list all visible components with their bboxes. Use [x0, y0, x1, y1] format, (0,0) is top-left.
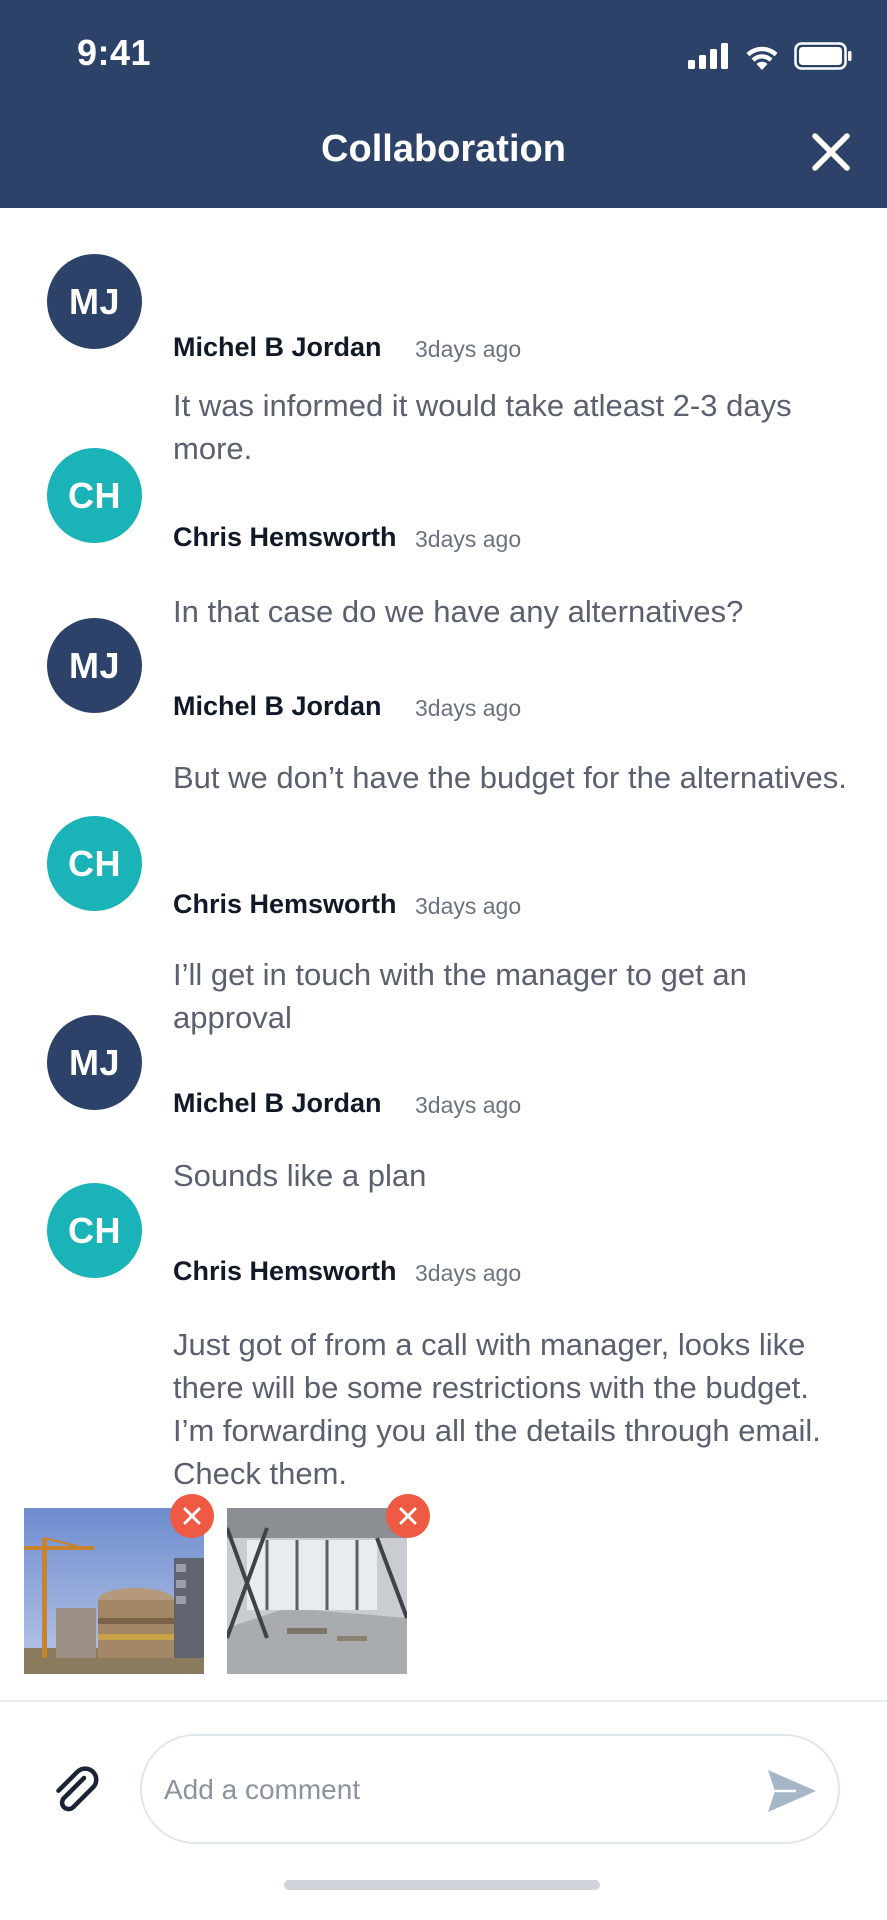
message-text: Just got of from a call with manager, lo… [173, 1327, 821, 1491]
close-icon [183, 1507, 201, 1525]
page-title: Collaboration [321, 128, 566, 170]
message-text: It was informed it would take atleast 2-… [173, 388, 792, 466]
comment-box [140, 1734, 840, 1844]
author-name: Chris Hemsworth [173, 522, 397, 552]
message-text: I’ll get in touch with the manager to ge… [173, 957, 747, 1035]
avatar: CH [47, 1183, 142, 1278]
app-header: 9:41 Collaboration [0, 0, 887, 208]
status-time: 9:41 [77, 32, 152, 73]
attachment-previews [0, 1494, 887, 1704]
home-indicator [284, 1880, 600, 1890]
author-name: Michel B Jordan [173, 332, 382, 362]
comment-input[interactable] [164, 1760, 724, 1820]
author-name: Michel B Jordan [173, 691, 382, 721]
author-name: Michel B Jordan [173, 1088, 382, 1118]
close-icon [399, 1507, 417, 1525]
message-time: 3days ago [415, 695, 522, 721]
author-name: Chris Hemsworth [173, 1256, 397, 1286]
avatar: MJ [47, 254, 142, 349]
remove-attachment-button[interactable] [386, 1494, 430, 1538]
remove-attachment-button[interactable] [170, 1494, 214, 1538]
author-name: Chris Hemsworth [173, 889, 397, 919]
signal-icon [688, 43, 728, 69]
close-button[interactable] [807, 128, 855, 176]
message-time: 3days ago [415, 1092, 522, 1118]
message-time: 3days ago [415, 526, 522, 552]
message-text: But we don’t have the budget for the alt… [173, 760, 847, 795]
send-icon[interactable] [766, 1766, 818, 1816]
interior-construction-image [227, 1508, 407, 1674]
message-time: 3days ago [415, 1260, 522, 1286]
status-icons [688, 40, 852, 72]
avatar: MJ [47, 1015, 142, 1110]
message-text: Sounds like a plan [173, 1158, 427, 1193]
message-time: 3days ago [415, 893, 522, 919]
battery-icon [794, 42, 852, 70]
wifi-icon [746, 46, 778, 70]
avatar: CH [47, 816, 142, 911]
attachment-thumbnail[interactable] [227, 1508, 407, 1674]
message-time: 3days ago [415, 336, 522, 362]
avatar: CH [47, 448, 142, 543]
avatar: MJ [47, 618, 142, 713]
paperclip-icon[interactable] [50, 1764, 102, 1816]
message-text: In that case do we have any alternatives… [173, 594, 744, 629]
